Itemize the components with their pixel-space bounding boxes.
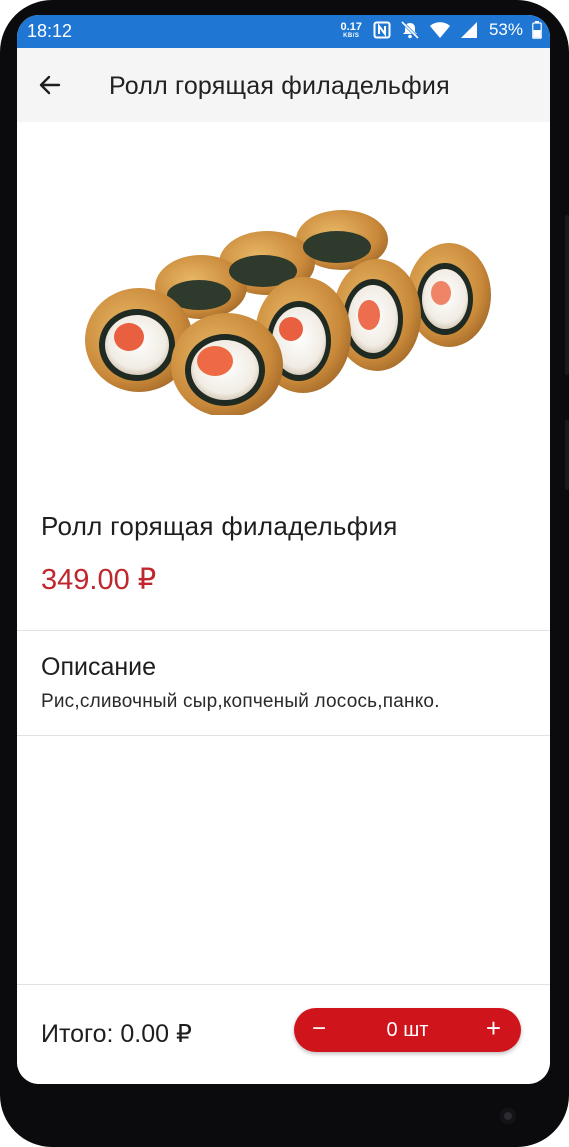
status-icons: 0.17 KB/S 53% xyxy=(341,20,542,40)
mute-icon xyxy=(400,20,420,40)
volume-button xyxy=(565,215,569,375)
battery-percent: 53% xyxy=(488,20,523,39)
net-speed-value: 0.17 xyxy=(340,20,362,33)
divider xyxy=(17,735,550,736)
bottom-bar: Итого: 0.00 ₽ 0 шт − + xyxy=(17,984,550,1084)
divider xyxy=(17,630,550,631)
nfc-icon xyxy=(373,21,391,39)
wifi-icon xyxy=(429,21,451,39)
product-image xyxy=(77,195,497,417)
net-speed: 0.17 KB/S xyxy=(340,20,362,39)
status-bar: 18:12 0.17 KB/S 53% xyxy=(17,15,550,48)
product-name: Ролл горящая филадельфия xyxy=(41,511,398,541)
app-bar: Ролл горящая филадельфия xyxy=(17,48,550,122)
description-text: Рис,сливочный сыр,копченый лосось,панко. xyxy=(41,691,440,712)
product-price: 349.00 ₽ xyxy=(41,564,157,596)
quantity-stepper: 0 шт − + xyxy=(294,1008,521,1052)
increase-button[interactable]: + xyxy=(486,1015,501,1041)
signal-icon xyxy=(460,21,478,39)
decrease-button[interactable]: − xyxy=(312,1016,326,1042)
page-title: Ролл горящая филадельфия xyxy=(109,72,450,100)
power-button xyxy=(565,420,569,490)
screen: 18:12 0.17 KB/S 53% Ролл горящая филадел… xyxy=(17,15,550,1084)
arrow-left-icon xyxy=(39,75,61,95)
description-title: Описание xyxy=(41,653,157,681)
battery-icon xyxy=(532,21,542,39)
total-amount: Итого: 0.00 ₽ xyxy=(41,1020,192,1048)
back-button[interactable] xyxy=(37,72,63,98)
front-camera xyxy=(500,1108,516,1124)
net-speed-unit: KB/S xyxy=(343,32,360,39)
status-time: 18:12 xyxy=(27,21,73,41)
phone-frame: 18:12 0.17 KB/S 53% Ролл горящая филадел… xyxy=(0,0,569,1147)
